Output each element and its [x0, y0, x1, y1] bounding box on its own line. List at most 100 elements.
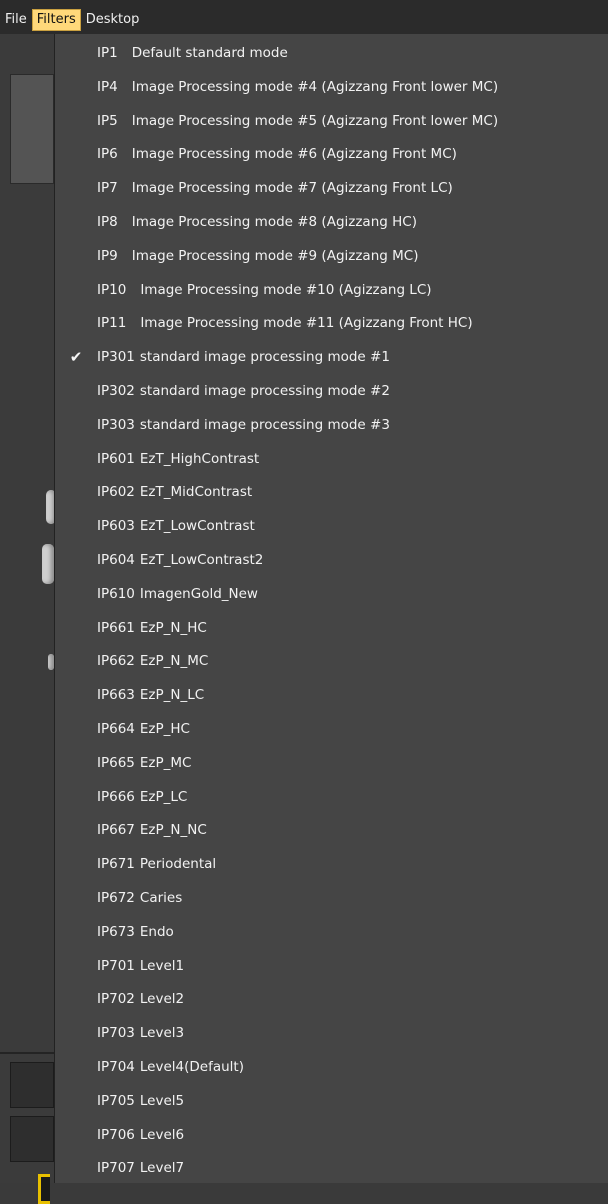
filter-label: Image Processing mode #9 (Agizzang MC)	[131, 247, 419, 264]
filter-menu-item[interactable]: IP661 EzP_N_HC	[55, 611, 607, 645]
background-panel	[10, 74, 54, 184]
filter-label: Image Processing mode #5 (Agizzang Front…	[131, 112, 499, 129]
filter-code: IP662	[97, 653, 135, 670]
filter-menu-item[interactable]: IP5 Image Processing mode #5 (Agizzang Fr…	[55, 104, 607, 138]
filter-label: Level2	[139, 991, 185, 1008]
filter-menu-item[interactable]: IP10 Image Processing mode #10 (Agizzang …	[55, 273, 607, 307]
filter-label: Image Processing mode #10 (Agizzang LC)	[140, 281, 432, 298]
filter-menu-item[interactable]: IP603 EzT_LowContrast	[55, 509, 607, 543]
filter-menu-item[interactable]: IP705 Level5	[55, 1084, 607, 1118]
filter-code: IP663	[97, 687, 135, 704]
filter-label: EzT_HighContrast	[139, 450, 260, 467]
filter-menu-item[interactable]: IP663 EzP_N_LC	[55, 678, 607, 712]
background-yellow-icon	[38, 1174, 50, 1204]
menu-desktop[interactable]: Desktop	[81, 9, 145, 30]
menu-bar: File Filters Desktop	[0, 0, 608, 34]
background-button	[10, 1062, 54, 1108]
filter-label: EzP_HC	[139, 721, 190, 737]
filter-menu-item[interactable]: IP602 EzT_MidContrast	[55, 475, 607, 509]
filter-code: IP602	[97, 484, 135, 501]
filter-label: Level5	[139, 1092, 185, 1109]
filter-code: IP673	[97, 923, 135, 940]
filter-code: IP5	[97, 112, 118, 129]
filter-code: IP666	[97, 788, 135, 805]
filter-menu-item[interactable]: IP666 EzP_LC	[55, 780, 607, 814]
filter-menu-item[interactable]: IP667 EzP_N_NC	[55, 813, 607, 847]
filter-label: Image Processing mode #11 (Agizzang Fron…	[140, 315, 473, 332]
filter-code: IP1	[97, 45, 118, 61]
menu-file[interactable]: File	[0, 9, 32, 30]
filter-menu-item[interactable]: IP704 Level4(Default)	[55, 1050, 607, 1084]
filter-label: Default standard mode	[131, 45, 288, 61]
filter-menu-item[interactable]: IP703 Level3	[55, 1016, 607, 1050]
filter-menu-item[interactable]: IP610 ImagenGold_New	[55, 577, 607, 611]
filter-menu-item[interactable]: IP672 Caries	[55, 881, 607, 915]
filter-menu-item[interactable]: IP665 EzP_MC	[55, 746, 607, 780]
checkmark-icon: ✔	[69, 348, 83, 367]
filter-code: IP9	[97, 247, 118, 264]
filter-code: IP301	[97, 349, 135, 366]
filter-code: IP610	[97, 585, 135, 602]
filter-menu-item[interactable]: IP7 Image Processing mode #7 (Agizzang Fr…	[55, 171, 607, 205]
background-button	[10, 1116, 54, 1162]
filter-label: EzT_LowContrast2	[139, 552, 264, 568]
filter-menu-item[interactable]: IP6 Image Processing mode #6 (Agizzang Fr…	[55, 137, 607, 171]
filter-label: standard image processing mode #1	[139, 349, 390, 366]
filter-label: Image Processing mode #8 (Agizzang HC)	[131, 214, 417, 230]
filter-menu-item[interactable]: IP702 Level2	[55, 982, 607, 1016]
filter-code: IP702	[97, 991, 135, 1008]
filter-label: Caries	[139, 890, 183, 906]
filter-menu-item[interactable]: IP604 EzT_LowContrast2	[55, 543, 607, 577]
background-divider	[0, 1052, 54, 1054]
filter-label: EzP_N_MC	[139, 653, 209, 670]
filters-dropdown-menu: IP1 Default standard mode IP4 Image Process…	[54, 34, 608, 1183]
filter-code: IP661	[97, 619, 135, 636]
filter-code: IP705	[97, 1092, 135, 1109]
filter-label: standard image processing mode #2	[139, 383, 390, 399]
filter-code: IP10	[97, 281, 127, 298]
filter-code: IP703	[97, 1025, 135, 1042]
filter-menu-item[interactable]: IP8 Image Processing mode #8 (Agizzang HC…	[55, 205, 607, 239]
filter-label: EzT_LowContrast	[139, 518, 255, 535]
filter-menu-item[interactable]: ✔ IP301 standard image processing mode #1	[55, 340, 607, 374]
filter-code: IP7	[97, 180, 118, 197]
filter-menu-item[interactable]: IP4 Image Processing mode #4 (Agizzang Fr…	[55, 70, 607, 104]
filter-menu-item[interactable]: IP673 Endo	[55, 915, 607, 949]
filter-code: IP701	[97, 957, 135, 974]
filter-label: EzP_MC	[139, 754, 192, 771]
filter-code: IP601	[97, 450, 135, 467]
filter-menu-item[interactable]: IP706 Level6	[55, 1118, 607, 1152]
filter-menu-item[interactable]: IP9 Image Processing mode #9 (Agizzang MC…	[55, 239, 607, 273]
filter-code: IP707	[97, 1160, 135, 1177]
filter-menu-item[interactable]: IP601 EzT_HighContrast	[55, 442, 607, 476]
filter-label: EzP_N_NC	[139, 822, 207, 839]
filter-label: Image Processing mode #4 (Agizzang Front…	[131, 78, 499, 95]
filter-label: Endo	[139, 923, 174, 940]
filter-menu-item[interactable]: IP1 Default standard mode	[55, 36, 607, 70]
filter-label: Level3	[139, 1025, 185, 1042]
filter-menu-item[interactable]: IP662 EzP_N_MC	[55, 644, 607, 678]
filter-label: ImagenGold_New	[139, 585, 258, 602]
filter-label: Image Processing mode #7 (Agizzang Front…	[131, 180, 453, 197]
filter-menu-item[interactable]: IP302 standard image processing mode #2	[55, 374, 607, 408]
filter-menu-item[interactable]: IP664 EzP_HC	[55, 712, 607, 746]
filter-menu-item[interactable]: IP303 standard image processing mode #3	[55, 408, 607, 442]
background-image-fragment	[42, 544, 54, 584]
filter-code: IP704	[97, 1059, 135, 1075]
filter-label: EzP_N_LC	[139, 687, 205, 704]
filter-menu-item[interactable]: IP707 Level7	[55, 1151, 607, 1185]
filter-code: IP303	[97, 416, 135, 433]
filter-code: IP671	[97, 856, 135, 873]
filter-label: EzP_LC	[139, 788, 188, 805]
filter-label: Image Processing mode #6 (Agizzang Front…	[131, 146, 457, 163]
filter-code: IP11	[97, 315, 127, 332]
background-app-area	[0, 34, 56, 1204]
filter-code: IP603	[97, 518, 135, 535]
filter-code: IP665	[97, 754, 135, 771]
filter-menu-item[interactable]: IP701 Level1	[55, 949, 607, 983]
menu-filters[interactable]: Filters	[31, 9, 81, 31]
filter-menu-item[interactable]: IP11 Image Processing mode #11 (Agizzang …	[55, 306, 607, 340]
filter-menu-item[interactable]: IP671 Periodental	[55, 847, 607, 881]
filter-code: IP8	[97, 214, 118, 230]
filter-code: IP604	[97, 552, 135, 568]
